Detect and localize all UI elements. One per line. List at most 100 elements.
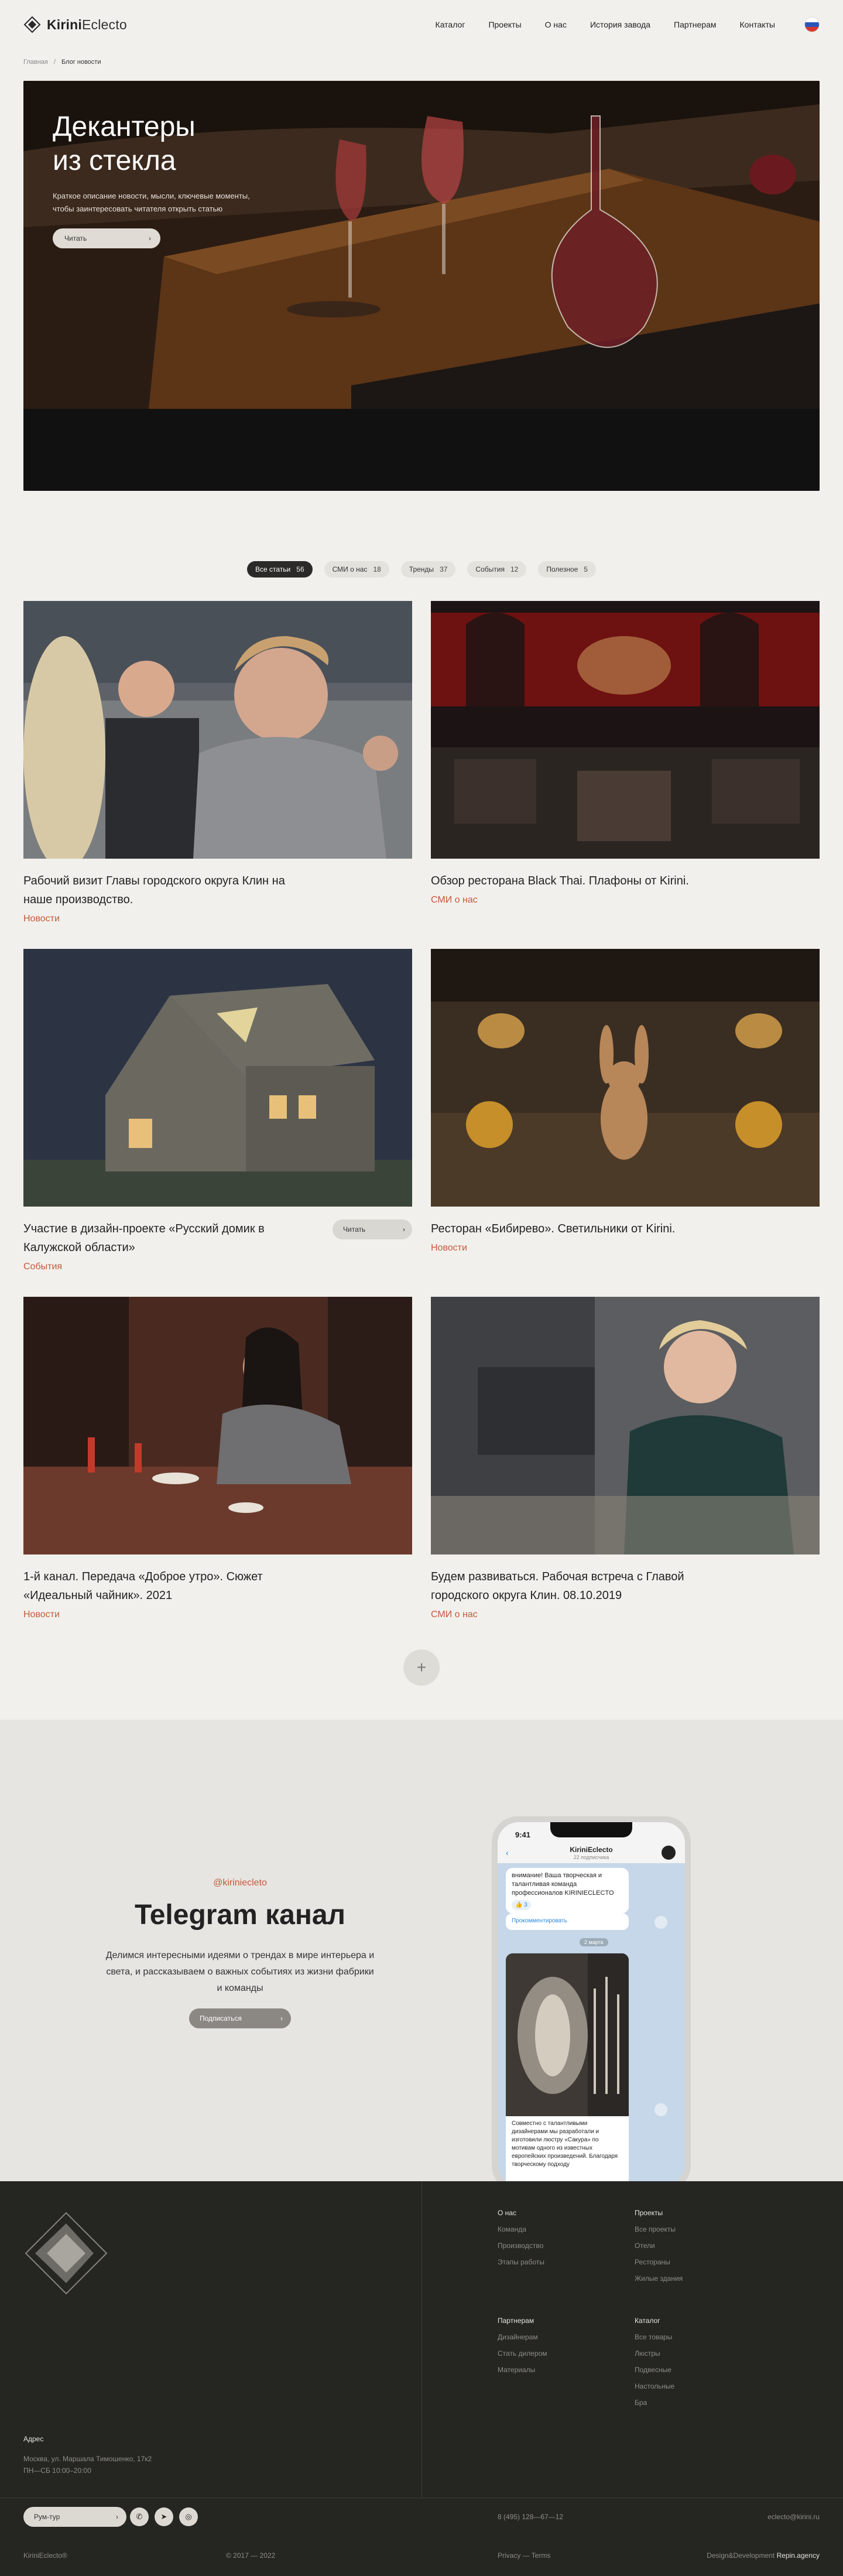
article-card[interactable]: Обзор ресторана Black Thai. Плафоны от K… (431, 601, 820, 924)
room-tour-button[interactable]: Рум-тур › (23, 2507, 126, 2527)
article-image (431, 949, 820, 1207)
article-tag[interactable]: Новости (23, 914, 310, 924)
site-header: KiriniEclecto Каталог Проекты О нас Исто… (0, 0, 843, 49)
hero-description: Краткое описание новости, мысли, ключевы… (53, 192, 250, 213)
article-tag[interactable]: СМИ о нас (431, 895, 718, 906)
footer-col-partners: Партнерам Дизайнерам Стать дилером Матер… (498, 2312, 547, 2378)
telegram-icon[interactable]: ➤ (155, 2507, 173, 2526)
subscribe-button[interactable]: Подписаться › (189, 2008, 291, 2028)
nav-projects[interactable]: Проекты (488, 20, 521, 29)
article-card[interactable]: Рабочий визит Главы городского округа Кл… (23, 601, 412, 924)
nav-factory-history[interactable]: История завода (590, 20, 650, 29)
footer-link[interactable]: Все проекты (635, 2221, 683, 2237)
chevron-right-icon: › (149, 234, 151, 242)
footer-developer[interactable]: Design&Development Repin.agency (707, 2551, 820, 2560)
nav-partners[interactable]: Партнерам (674, 20, 716, 29)
article-card[interactable]: 1-й канал. Передача «Доброе утро». Сюжет… (23, 1297, 412, 1620)
article-title[interactable]: Будем развиваться. Рабочая встреча с Гла… (431, 1567, 718, 1605)
article-meta: Обзор ресторана Black Thai. Плафоны от K… (431, 872, 820, 906)
filter-label: Тренды (409, 565, 434, 573)
footer-link[interactable]: Рестораны (635, 2254, 683, 2270)
footer-link[interactable]: Дизайнерам (498, 2329, 547, 2345)
footer-link[interactable]: Производство (498, 2237, 544, 2254)
footer-email[interactable]: eclecto@kirini.ru (767, 2513, 820, 2521)
article-title[interactable]: Ресторан «Бибирево». Светильники от Kiri… (431, 1219, 718, 1238)
telegram-section: @kiriniecleto Telegram канал Делимся инт… (0, 1720, 843, 2181)
breadcrumb-home[interactable]: Главная (23, 59, 48, 66)
article-card[interactable]: Будем развиваться. Рабочая встреча с Гла… (431, 1297, 820, 1620)
nav-contacts[interactable]: Контакты (740, 20, 775, 29)
channel-subscribers: 22 подписчика (573, 1854, 609, 1860)
hero-read-label: Читать (64, 234, 87, 242)
brand-logo[interactable]: KiriniEclecto (23, 16, 127, 33)
footer-logo-icon (25, 2212, 108, 2295)
article-title[interactable]: 1-й канал. Передача «Доброе утро». Сюжет… (23, 1567, 310, 1605)
site-footer: О нас Команда Производство Этапы работы … (0, 2181, 843, 2576)
footer-link[interactable]: Команда (498, 2221, 544, 2237)
footer-col-projects: Проекты Все проекты Отели Рестораны Жилы… (635, 2205, 683, 2287)
telegram-handle[interactable]: @kiriniecleto (105, 1878, 375, 1888)
whatsapp-icon[interactable]: ✆ (130, 2507, 149, 2526)
nav-catalog[interactable]: Каталог (436, 20, 465, 29)
address-text: Москва, ул. Маршала Тимошенко, 17к2 (23, 2455, 152, 2463)
footer-link[interactable]: Все товары (635, 2329, 674, 2345)
article-image (23, 601, 412, 859)
telegram-chat-header: 9:41 ‹ KiriniEclecto 22 подписчика (498, 1822, 685, 1863)
filter-count: 5 (584, 565, 588, 573)
footer-phone[interactable]: 8 (495) 128—67—12 (498, 2513, 563, 2521)
article-read-label: Читать (343, 1225, 366, 1234)
telegram-description: Делимся интересными идеями о трендах в м… (105, 1950, 375, 1993)
article-tag[interactable]: Новости (23, 1610, 310, 1620)
share-arrow-icon (654, 1916, 667, 1929)
chevron-right-icon: › (403, 1225, 405, 1234)
hero-banner[interactable]: Декантеры из стекла Краткое описание нов… (23, 81, 820, 491)
footer-link[interactable]: Подвесные (635, 2362, 674, 2378)
article-title[interactable]: Обзор ресторана Black Thai. Плафоны от K… (431, 872, 718, 890)
article-tag[interactable]: СМИ о нас (431, 1610, 718, 1620)
logo-diamond-icon (23, 16, 41, 33)
room-tour-label: Рум-тур (34, 2513, 60, 2521)
footer-link[interactable]: Отели (635, 2237, 683, 2254)
article-tag[interactable]: Новости (431, 1243, 718, 1253)
hero-text-block: Декантеры из стекла Краткое описание нов… (53, 110, 252, 248)
filter-useful[interactable]: Полезное 5 (538, 561, 596, 578)
article-title[interactable]: Участие в дизайн-проекте «Русский домик … (23, 1219, 310, 1257)
channel-name: KiriniEclecto (570, 1846, 613, 1854)
instagram-icon[interactable]: ◎ (179, 2507, 198, 2526)
subscribe-label: Подписаться (200, 2014, 242, 2022)
footer-link[interactable]: Стать дилером (498, 2345, 547, 2362)
filter-all[interactable]: Все статьи 56 (247, 561, 313, 578)
article-tag[interactable]: События (23, 1262, 310, 1272)
chat-message: внимание! Ваша творческая и талантливая … (506, 1868, 629, 1914)
article-image (431, 601, 820, 859)
load-more-button[interactable]: + (403, 1649, 440, 1686)
telegram-title: Telegram канал (134, 1899, 346, 1931)
footer-privacy-link[interactable]: Privacy — Terms (498, 2551, 550, 2560)
article-card[interactable]: Участие в дизайн-проекте «Русский домик … (23, 949, 412, 1272)
main-nav: Каталог Проекты О нас История завода Пар… (436, 17, 820, 32)
article-image (431, 1297, 820, 1555)
article-title[interactable]: Рабочий визит Главы городского округа Кл… (23, 872, 310, 909)
article-card[interactable]: Ресторан «Бибирево». Светильники от Kiri… (431, 949, 820, 1272)
article-meta: Ресторан «Бибирево». Светильники от Kiri… (431, 1219, 820, 1253)
footer-link[interactable]: Настольные (635, 2378, 674, 2394)
hero-read-button[interactable]: Читать › (53, 228, 160, 248)
phone-mockup: 9:41 ‹ KiriniEclecto 22 подписчика внима… (492, 1816, 691, 2181)
nav-about[interactable]: О нас (545, 20, 567, 29)
footer-link[interactable]: Жилые здания (635, 2270, 683, 2287)
filter-count: 18 (373, 565, 381, 573)
russian-flag-icon[interactable] (804, 17, 820, 32)
filter-events[interactable]: События 12 (467, 561, 527, 578)
footer-col-about: О нас Команда Производство Этапы работы (498, 2205, 544, 2270)
filter-trends[interactable]: Тренды 37 (400, 561, 456, 578)
footer-link[interactable]: Материалы (498, 2362, 547, 2378)
filter-media[interactable]: СМИ о нас 18 (324, 561, 389, 578)
footer-link[interactable]: Этапы работы (498, 2254, 544, 2270)
channel-avatar (662, 1846, 676, 1860)
footer-link[interactable]: Люстры (635, 2345, 674, 2362)
share-arrow-icon (654, 2103, 667, 2116)
footer-brand: KiriniEclecto® (23, 2551, 67, 2560)
footer-link[interactable]: Бра (635, 2394, 674, 2411)
filter-count: 56 (296, 565, 304, 573)
article-read-button[interactable]: Читать › (333, 1219, 412, 1239)
